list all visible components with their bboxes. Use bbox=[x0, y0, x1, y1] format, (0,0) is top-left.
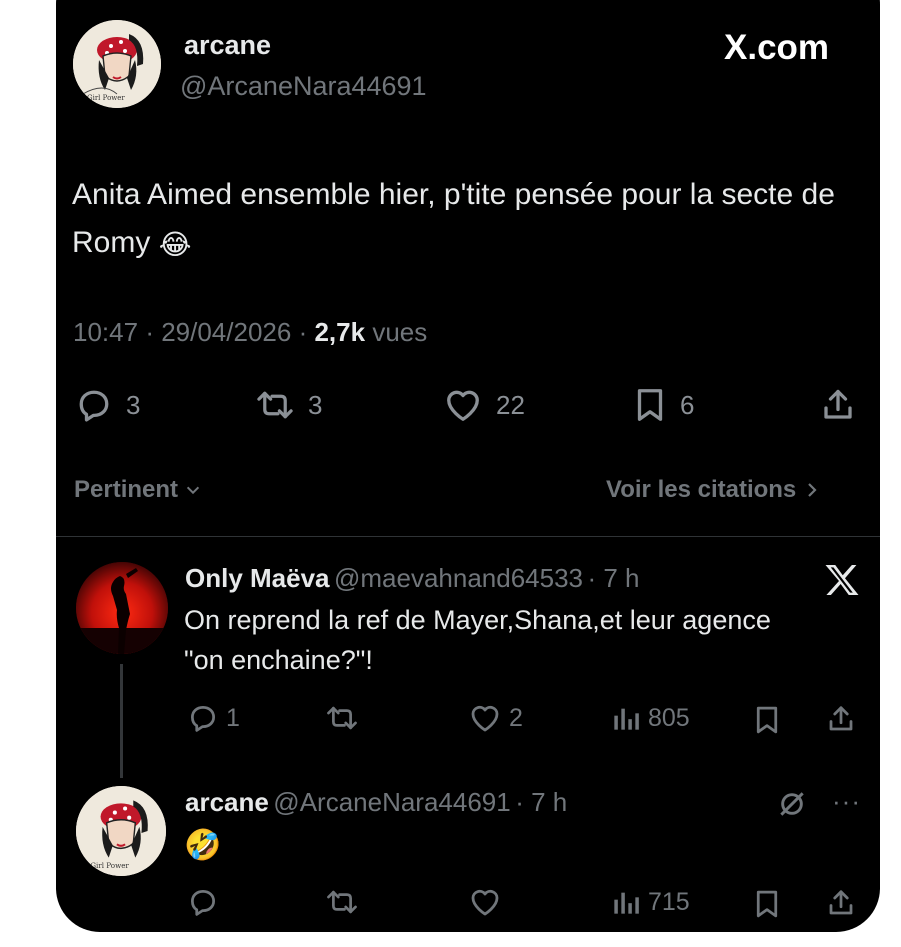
view-quotes-label: Voir les citations bbox=[606, 476, 797, 503]
share-icon[interactable] bbox=[826, 704, 856, 734]
more-options-icon[interactable]: ··· bbox=[832, 786, 861, 817]
chevron-down-icon bbox=[186, 486, 200, 495]
post-meta: 10:47 · 29/04/2026 · 2,7k vues bbox=[73, 317, 428, 347]
like-count: 22 bbox=[496, 389, 525, 420]
post-date[interactable]: 29/04/2026 bbox=[161, 317, 291, 347]
bookmark-icon[interactable] bbox=[754, 705, 780, 735]
author-name[interactable]: arcane bbox=[184, 30, 271, 61]
svg-text:Girl Power: Girl Power bbox=[87, 94, 125, 102]
bookmark-icon[interactable] bbox=[754, 889, 780, 919]
reply-1-time[interactable]: 7 h bbox=[603, 563, 639, 593]
reply-2-name[interactable]: arcane bbox=[185, 787, 269, 817]
view-quotes-link[interactable]: Voir les citations bbox=[606, 476, 822, 504]
reply-2-emoji: 🤣 bbox=[184, 829, 222, 862]
reply-avatar[interactable] bbox=[76, 562, 168, 654]
analytics-icon bbox=[614, 708, 639, 730]
repost-action[interactable]: 3 bbox=[256, 387, 322, 423]
reply-2-like-action[interactable] bbox=[469, 887, 501, 917]
post-views-label: vues bbox=[372, 317, 428, 347]
reply-1-views[interactable]: 805 bbox=[612, 703, 690, 733]
share-icon[interactable] bbox=[826, 888, 856, 918]
repost-count: 3 bbox=[308, 389, 323, 420]
x-logo-icon[interactable] bbox=[824, 563, 860, 597]
reply-1-repost-action[interactable] bbox=[326, 703, 358, 733]
reply-2-views[interactable]: 715 bbox=[612, 887, 690, 917]
bookmark-action[interactable]: 6 bbox=[634, 387, 694, 423]
reply-count: 3 bbox=[126, 389, 141, 420]
reply-2-handle[interactable]: @ArcaneNara44691 bbox=[273, 787, 510, 817]
analytics-icon bbox=[614, 892, 639, 914]
like-action[interactable]: 22 bbox=[444, 387, 525, 423]
reply-2-avatar[interactable]: Girl Power bbox=[76, 786, 166, 876]
brand-label: X.com bbox=[724, 28, 830, 67]
thread-line bbox=[120, 664, 123, 778]
share-icon bbox=[824, 389, 852, 419]
repost-icon bbox=[327, 706, 357, 730]
heart-icon bbox=[471, 705, 499, 732]
repost-icon bbox=[257, 391, 293, 419]
reply-icon bbox=[191, 706, 215, 732]
author-handle[interactable]: @ArcaneNara44691 bbox=[180, 71, 427, 102]
reply-1-name[interactable]: Only Maëva bbox=[185, 563, 330, 593]
bookmark-count: 6 bbox=[680, 389, 695, 420]
reply-1-like-count: 2 bbox=[509, 703, 523, 732]
reply-1-like-action[interactable]: 2 bbox=[469, 703, 523, 733]
post-time[interactable]: 10:47 bbox=[73, 317, 138, 347]
reply-1-header: Only Maëva @maevahnand64533 · 7 h bbox=[185, 563, 640, 593]
reply-1-reply-count: 1 bbox=[226, 703, 240, 732]
hide-reply-icon[interactable] bbox=[776, 788, 808, 820]
section-divider bbox=[56, 536, 880, 537]
heart-icon bbox=[471, 889, 499, 916]
svg-text:Girl Power: Girl Power bbox=[90, 861, 129, 870]
post-text: Anita Aimed ensemble hier, p'tite pensée… bbox=[72, 171, 862, 269]
sort-label: Pertinent bbox=[74, 476, 179, 503]
reply-2-view-count: 715 bbox=[648, 887, 690, 916]
reply-action[interactable]: 3 bbox=[76, 387, 140, 423]
sort-dropdown[interactable]: Pertinent bbox=[74, 476, 202, 504]
reply-1-view-count: 805 bbox=[648, 703, 690, 732]
tweet-card: Girl Power arcane @ArcaneNara44691 X.com… bbox=[56, 0, 880, 932]
reply-1-reply-action[interactable]: 1 bbox=[188, 703, 240, 733]
share-action[interactable] bbox=[820, 387, 856, 423]
reply-1-text: On reprend la ref de Mayer,Shana,et leur… bbox=[184, 605, 771, 675]
heart-icon bbox=[447, 390, 479, 421]
post-views-count: 2,7k bbox=[314, 317, 366, 347]
author-avatar[interactable]: Girl Power bbox=[73, 20, 161, 108]
repost-icon bbox=[327, 890, 357, 914]
reply-icon bbox=[191, 890, 215, 916]
reply-2-repost-action[interactable] bbox=[326, 887, 358, 917]
chevron-right-icon bbox=[808, 483, 817, 497]
post-emoji: 😂 bbox=[158, 229, 192, 260]
reply-2-header: arcane @ArcaneNara44691 · 7 h bbox=[185, 787, 568, 817]
reply-2-reply-action[interactable] bbox=[188, 887, 218, 917]
bookmark-icon bbox=[637, 389, 663, 421]
reply-2-time[interactable]: 7 h bbox=[531, 787, 567, 817]
reply-1-handle[interactable]: @maevahnand64533 bbox=[334, 563, 583, 593]
reply-icon bbox=[79, 390, 109, 422]
